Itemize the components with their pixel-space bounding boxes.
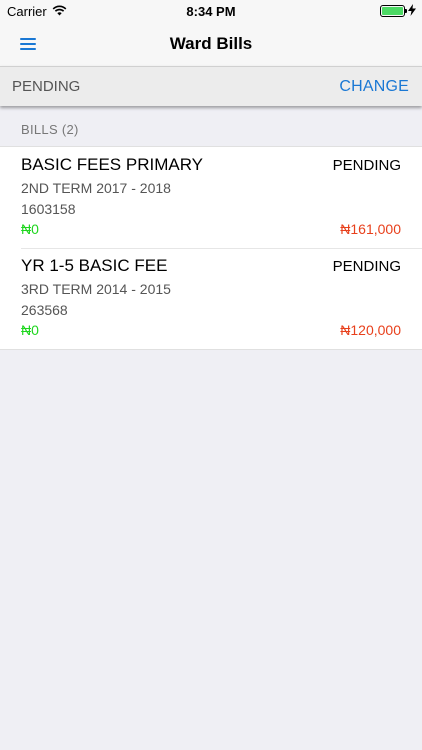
filter-bar: PENDING CHANGE — [0, 66, 422, 106]
bill-paid-amount: ₦0 — [21, 322, 39, 338]
status-bar-left: Carrier — [7, 4, 67, 19]
bill-list-item[interactable]: BASIC FEES PRIMARY PENDING 2ND TERM 2017… — [0, 147, 422, 248]
bill-number: 263568 — [21, 302, 68, 318]
bill-term: 2ND TERM 2017 - 2018 — [21, 180, 171, 196]
filter-status-label: PENDING — [12, 78, 81, 95]
bill-name: YR 1-5 BASIC FEE — [21, 256, 168, 275]
bill-status: PENDING — [332, 258, 401, 275]
carrier-label: Carrier — [7, 3, 47, 19]
bill-total-amount: ₦161,000 — [340, 221, 401, 237]
status-bar-right — [380, 3, 416, 19]
wifi-icon — [52, 4, 67, 19]
bills-section-header: BILLS (2) — [21, 122, 79, 137]
bill-number: 1603158 — [21, 201, 76, 217]
bill-list: BASIC FEES PRIMARY PENDING 2ND TERM 2017… — [0, 146, 422, 350]
change-filter-button[interactable]: CHANGE — [339, 78, 409, 96]
hamburger-menu-icon[interactable] — [20, 35, 38, 53]
bill-status: PENDING — [332, 157, 401, 174]
bill-paid-amount: ₦0 — [21, 221, 39, 237]
status-bar: Carrier 8:34 PM — [0, 0, 422, 22]
bill-list-item[interactable]: YR 1-5 BASIC FEE PENDING 3RD TERM 2014 -… — [0, 248, 422, 349]
bill-name: BASIC FEES PRIMARY — [21, 155, 204, 174]
battery-icon — [380, 5, 407, 17]
page-title: Ward Bills — [169, 34, 253, 53]
charging-icon — [408, 3, 416, 19]
bill-term: 3RD TERM 2014 - 2015 — [21, 281, 171, 297]
bill-total-amount: ₦120,000 — [340, 322, 401, 338]
navigation-bar: Ward Bills — [0, 22, 422, 66]
